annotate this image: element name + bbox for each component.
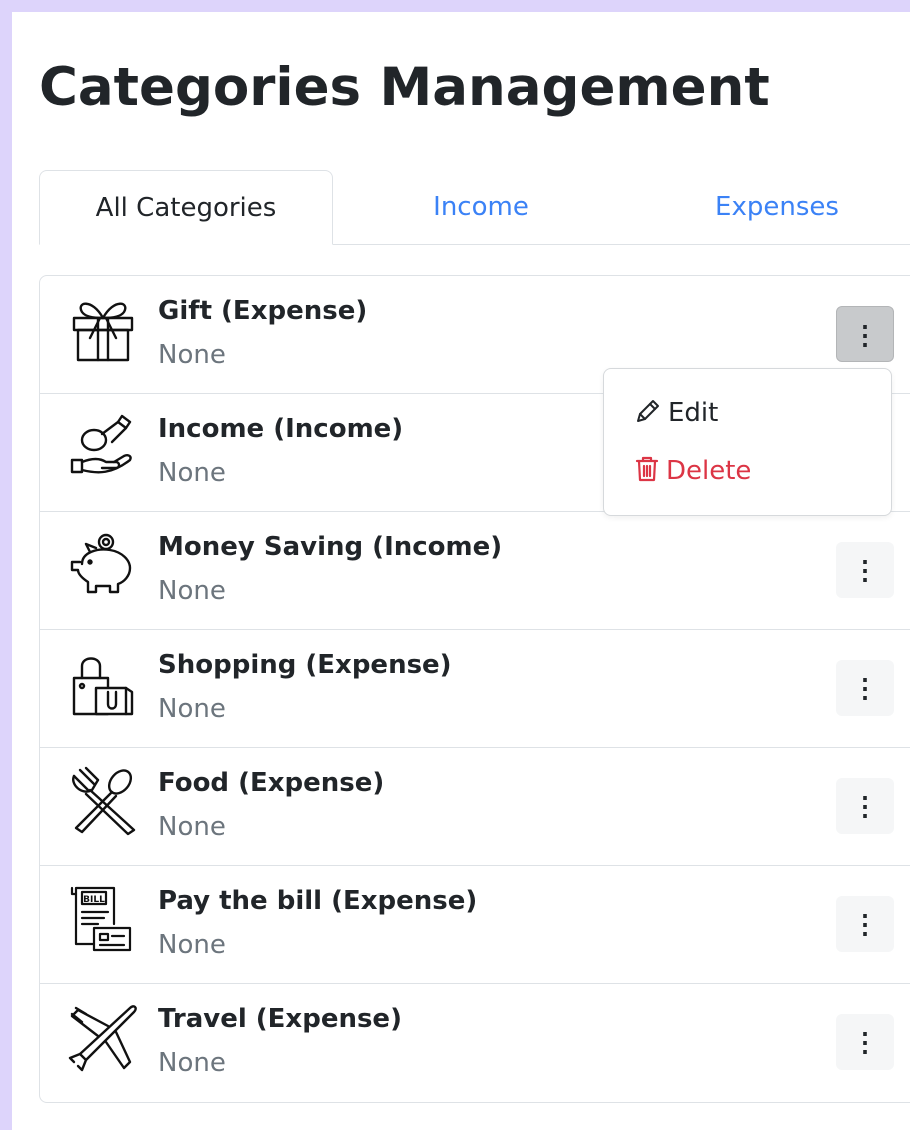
shopping-bags-icon — [68, 648, 138, 718]
category-name: Income (Income) — [158, 414, 404, 444]
category-description: None — [158, 694, 226, 724]
category-description: None — [158, 458, 226, 488]
bill-icon: BILL — [68, 884, 138, 954]
pencil-icon — [637, 400, 659, 422]
tab-income[interactable]: Income — [333, 170, 629, 244]
category-description: None — [158, 340, 226, 370]
category-name: Gift (Expense) — [158, 296, 368, 326]
piggy-bank-icon — [68, 530, 138, 600]
list-item: BILL Pay the bill (Expense) None ⋮ — [40, 866, 910, 984]
row-actions-menu: Edit Delete — [603, 368, 892, 516]
delete-menu-item[interactable]: Delete — [634, 451, 751, 491]
hand-coin-icon — [68, 412, 138, 482]
fork-spoon-icon — [68, 766, 138, 836]
category-description: None — [158, 576, 226, 606]
row-menu-button[interactable]: ⋮ — [836, 1014, 894, 1070]
list-item: Shopping (Expense) None ⋮ — [40, 630, 910, 748]
row-menu-button[interactable]: ⋮ — [836, 660, 894, 716]
page-title: Categories Management — [39, 57, 770, 118]
category-name: Food (Expense) — [158, 768, 385, 798]
category-name: Travel (Expense) — [158, 1004, 402, 1034]
trash-icon — [635, 456, 659, 482]
row-menu-button[interactable]: ⋮ — [836, 306, 894, 362]
list-item: Food (Expense) None ⋮ — [40, 748, 910, 866]
category-description: None — [158, 930, 226, 960]
row-menu-button[interactable]: ⋮ — [836, 542, 894, 598]
category-name: Shopping (Expense) — [158, 650, 452, 680]
category-description: None — [158, 1048, 226, 1078]
delete-label: Delete — [666, 456, 752, 486]
list-item: Money Saving (Income) None ⋮ — [40, 512, 910, 630]
category-tabs: All Categories Income Expenses — [39, 170, 910, 245]
tab-expenses[interactable]: Expenses — [629, 170, 910, 244]
gift-icon — [68, 294, 138, 364]
bill-icon-text: BILL — [83, 895, 105, 905]
tab-all-categories[interactable]: All Categories — [39, 170, 333, 245]
category-name: Pay the bill (Expense) — [158, 886, 478, 916]
category-name: Money Saving (Income) — [158, 532, 503, 562]
edit-label: Edit — [668, 398, 719, 428]
row-menu-button[interactable]: ⋮ — [836, 896, 894, 952]
category-description: None — [158, 812, 226, 842]
list-item: Travel (Expense) None ⋮ — [40, 984, 910, 1102]
app-frame: Categories Management All Categories Inc… — [12, 12, 910, 1130]
airplane-icon — [68, 1002, 138, 1072]
row-menu-button[interactable]: ⋮ — [836, 778, 894, 834]
edit-menu-item[interactable]: Edit — [634, 393, 718, 433]
